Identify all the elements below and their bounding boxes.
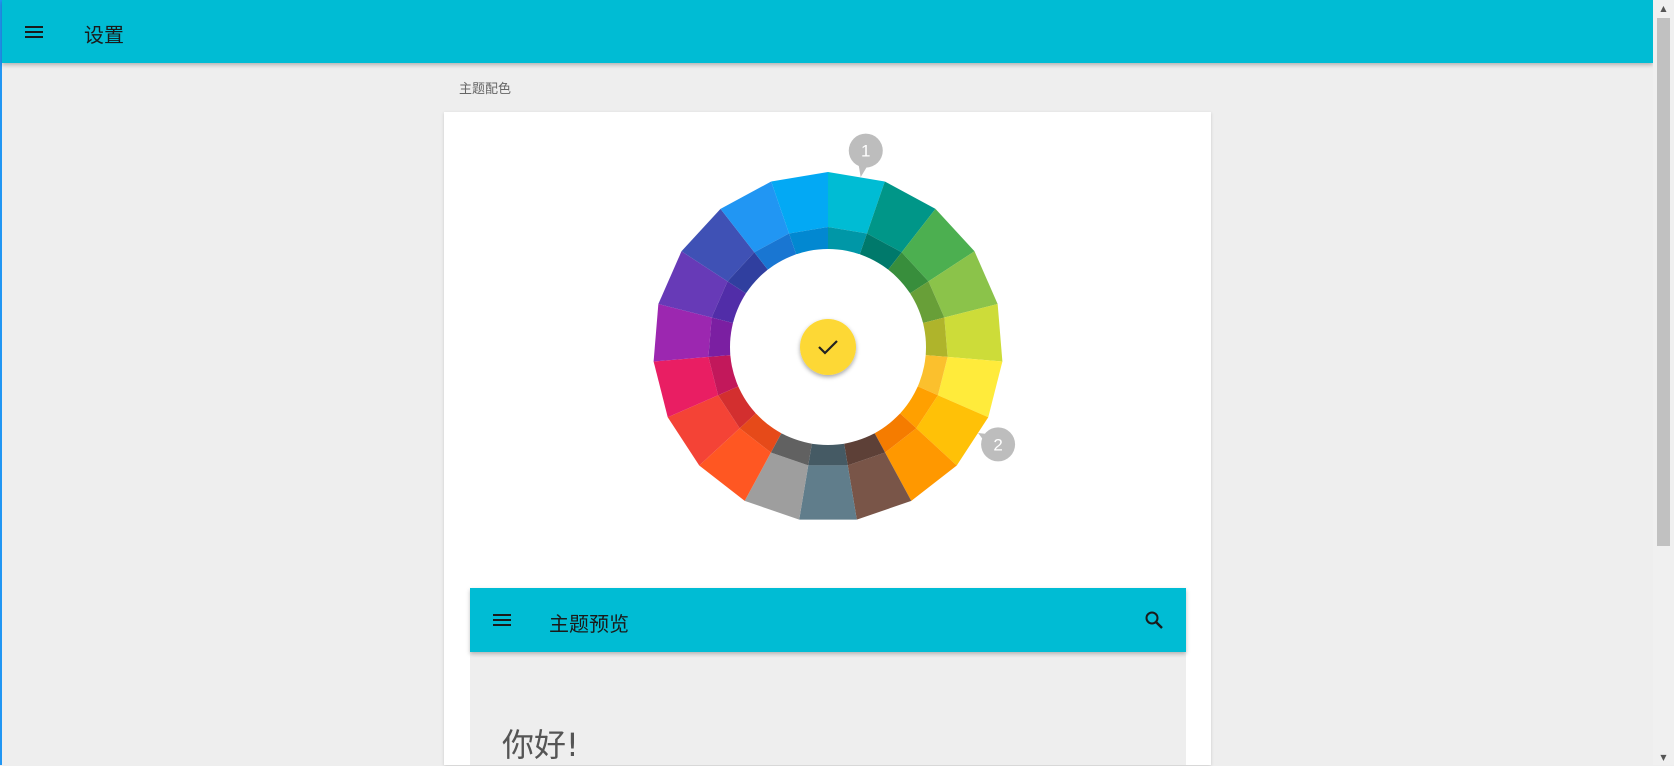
window-edge — [0, 0, 2, 765]
marker-label: 1 — [861, 142, 870, 161]
color-segment[interactable] — [799, 465, 857, 520]
scrollbar-thumb[interactable] — [1657, 18, 1670, 546]
primary-color-marker[interactable]: 1 — [848, 133, 883, 178]
theme-preview: 主题预览 你好! — [470, 588, 1186, 765]
color-segment-inner[interactable] — [708, 317, 733, 357]
confirm-button-circle[interactable] — [800, 319, 856, 375]
scroll-down-arrow[interactable]: ▼ — [1653, 749, 1674, 765]
preview-title: 主题预览 — [549, 612, 629, 636]
preview-greeting: 你好! — [502, 726, 579, 764]
page-title: 设置 — [84, 23, 124, 47]
section-title: 主题配色 — [459, 82, 512, 97]
menu-icon — [25, 26, 43, 38]
color-segment-inner[interactable] — [808, 443, 848, 466]
menu-button[interactable] — [16, 14, 52, 50]
preview-app-bar: 主题预览 — [470, 588, 1186, 652]
color-segment-inner[interactable] — [923, 317, 948, 357]
preview-search-button[interactable] — [1136, 602, 1172, 638]
vertical-scrollbar[interactable]: ▲ ▼ — [1653, 0, 1674, 765]
accent-color-marker[interactable]: 2 — [978, 427, 1016, 462]
confirm-color-button[interactable] — [800, 319, 856, 375]
menu-icon — [493, 614, 511, 626]
preview-menu-button[interactable] — [484, 602, 520, 638]
app-bar: 设置 — [2, 0, 1653, 63]
search-icon — [1145, 611, 1163, 629]
marker-label: 2 — [993, 435, 1002, 454]
scroll-up-arrow[interactable]: ▲ — [1653, 0, 1674, 16]
color-wheel: 12 — [653, 133, 1016, 520]
